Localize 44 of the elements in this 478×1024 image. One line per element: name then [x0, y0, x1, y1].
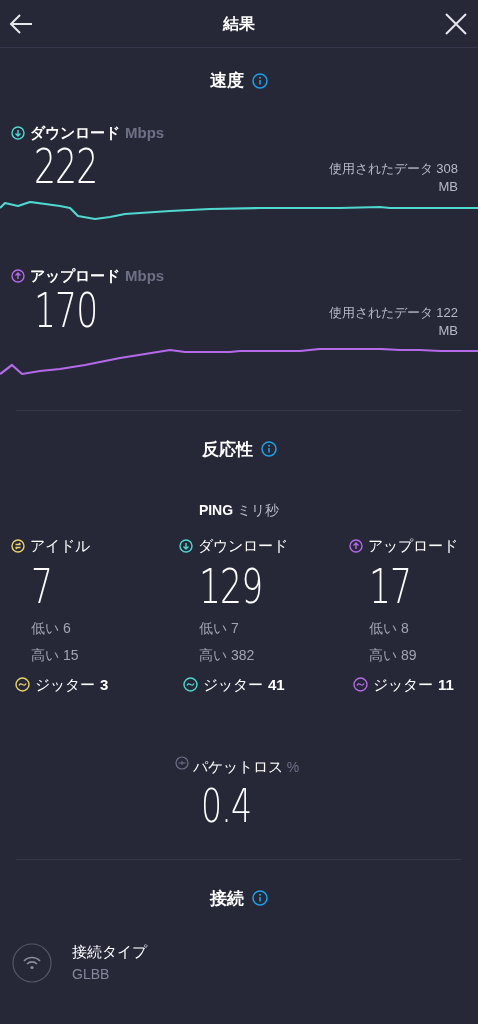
jitter-label: ジッター [373, 674, 433, 695]
info-icon[interactable] [252, 72, 268, 89]
low-value: 低い 7 [198, 618, 240, 638]
connection-label: 接続タイプ [72, 942, 147, 962]
section-title: 反応性 [201, 438, 253, 461]
data-used-label: 使用されたデータ 122 [328, 303, 458, 322]
ping-label: PING [198, 501, 234, 520]
high-value: 高い 15 [30, 645, 80, 665]
window-title: 結果 [223, 13, 255, 34]
ping-label: ダウンロード [198, 536, 288, 556]
jitter-value: 11 [438, 674, 454, 695]
high-value: 高い 382 [198, 645, 256, 665]
result-value: 17 [369, 561, 412, 610]
low-value: 低い 8 [368, 618, 410, 638]
result-value: 222 [34, 142, 98, 190]
result-value: 170 [34, 285, 98, 334]
high-value: 高い 89 [368, 645, 418, 665]
connection-value: GLBB [72, 964, 111, 984]
wifi-icon [12, 942, 52, 983]
data-used-label: 使用されたデータ 308 [328, 160, 458, 178]
speed-label: ダウンロード [30, 122, 120, 143]
unit-label: % [286, 757, 300, 777]
result-value: 0.4 [201, 782, 252, 829]
packet-loss-label: パケットロス [192, 757, 283, 777]
result-value: 7 [31, 561, 53, 610]
info-icon[interactable] [252, 890, 268, 907]
ping-label: アップロード [368, 536, 458, 556]
unit-label: Mbps [125, 266, 165, 286]
jitter-label: ジッター [203, 674, 263, 695]
jitter-value: 41 [268, 674, 285, 695]
result-value: 129 [199, 561, 263, 610]
unit-label: Mbps [125, 122, 165, 143]
unit-label: ミリ秒 [237, 501, 280, 520]
low-value: 低い 6 [30, 618, 72, 638]
speed-label: アップロード [30, 266, 120, 286]
ping-label: アイドル [30, 536, 90, 556]
section-title: 接続 [210, 887, 244, 910]
jitter-label: ジッター [35, 674, 95, 695]
info-icon[interactable] [260, 441, 277, 458]
unit-label: MB [438, 321, 458, 340]
unit-label: MB [438, 178, 458, 196]
section-title: 速度 [210, 70, 244, 92]
jitter-value: 3 [100, 674, 109, 695]
packet-icon [174, 756, 189, 770]
